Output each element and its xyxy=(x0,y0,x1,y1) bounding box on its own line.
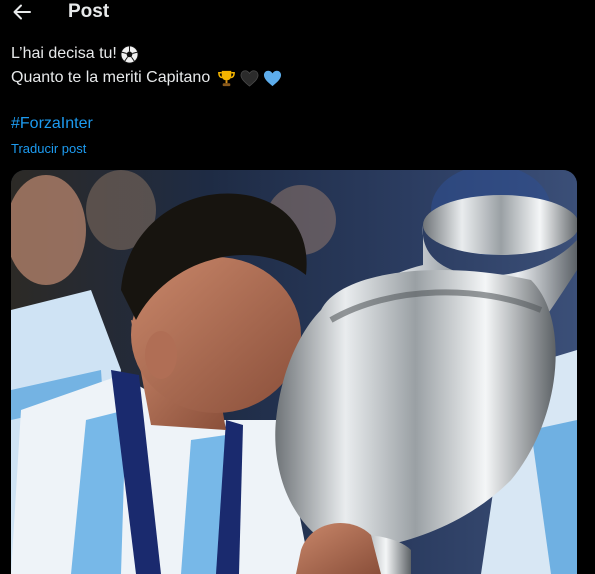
blue-heart-icon xyxy=(262,68,282,88)
tweet-line-2-text: Quanto te la meriti Capitano xyxy=(11,69,211,86)
post-header: Post xyxy=(0,0,595,26)
photo-illustration xyxy=(11,170,577,574)
hashtag-link[interactable]: #ForzaInter xyxy=(11,115,93,133)
page-title: Post xyxy=(68,1,110,22)
post-media-photo[interactable] xyxy=(11,170,577,574)
tweet-text: L’hai decisa tu! Quanto te la meriti Cap… xyxy=(11,42,282,90)
translate-post-link[interactable]: Traducir post xyxy=(11,141,86,156)
trophy-icon xyxy=(216,68,236,88)
tweet-line-1: L’hai decisa tu! xyxy=(11,42,282,66)
soccer-ball-icon xyxy=(120,44,140,64)
tweet-line-1-text: L’hai decisa tu! xyxy=(11,45,117,62)
arrow-left-icon xyxy=(13,4,31,20)
black-heart-icon xyxy=(239,68,259,88)
back-button[interactable] xyxy=(12,2,34,22)
tweet-line-2: Quanto te la meriti Capitano xyxy=(11,66,282,90)
